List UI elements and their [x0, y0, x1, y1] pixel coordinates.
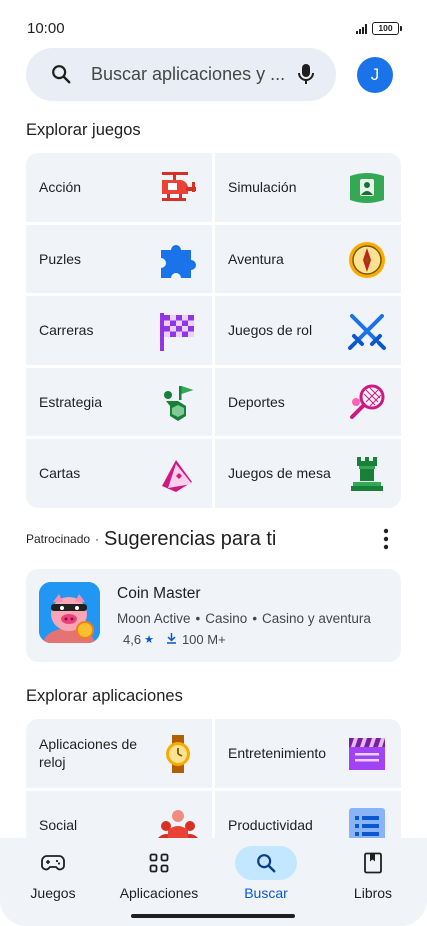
category-label: Social — [39, 816, 78, 833]
app-developer: Moon Active — [117, 611, 191, 626]
category-juegos-de-mesa[interactable]: Juegos de mesa — [215, 439, 401, 508]
category-label: Estrategia — [39, 393, 103, 410]
nav-libros[interactable]: Libros — [320, 838, 426, 913]
mic-icon[interactable] — [296, 62, 316, 91]
chess-rook-icon — [351, 457, 383, 491]
explore-apps-title: Explorar aplicaciones — [26, 687, 183, 705]
star-icon: ★ — [144, 634, 154, 646]
search-bar[interactable] — [26, 48, 336, 101]
compass-icon — [349, 241, 385, 278]
nav-label: Buscar — [244, 885, 288, 901]
nav-icon-container — [235, 846, 297, 880]
gesture-handle — [131, 914, 295, 918]
gamepad-icon — [41, 855, 65, 871]
category-simulacion[interactable]: Simulación — [215, 153, 401, 222]
category-label: Puzles — [39, 250, 82, 267]
pig-character-icon — [39, 582, 100, 643]
category-label: Carreras — [39, 322, 94, 339]
bullet: • — [195, 611, 201, 626]
signal-icon — [356, 23, 367, 34]
category-carreras[interactable]: Carreras — [26, 296, 212, 365]
account-avatar[interactable]: J — [357, 57, 393, 93]
category-label: Acción — [39, 179, 82, 196]
category-label: Entretenimiento — [228, 745, 327, 762]
category-estrategia[interactable]: Estrategia — [26, 367, 212, 436]
games-category-grid: Acción Simulación Puzles Aventura Carrer… — [26, 153, 401, 508]
category-label: Deportes — [228, 393, 285, 410]
nav-icon-container — [128, 846, 190, 880]
app-meta: Moon Active • Casino • Casino y aventura — [117, 611, 371, 626]
nav-buscar[interactable]: Buscar — [213, 838, 319, 913]
nav-label: Juegos — [30, 885, 76, 901]
category-cartas[interactable]: Cartas — [26, 439, 212, 508]
nav-aplicaciones[interactable]: Aplicaciones — [106, 838, 212, 913]
cards-icon — [162, 460, 192, 492]
apps-grid-icon — [149, 853, 169, 873]
clapperboard-icon — [349, 738, 385, 770]
category-deportes[interactable]: Deportes — [215, 367, 401, 436]
book-icon — [364, 852, 382, 874]
nav-label: Libros — [353, 885, 393, 901]
category-label: Aplicaciones de reloj — [39, 736, 138, 771]
suggestions-title: Sugerencias para ti — [104, 527, 277, 550]
category-label: Juegos de mesa — [228, 465, 331, 482]
watch-icon — [166, 735, 190, 773]
crossed-swords-icon — [348, 314, 386, 350]
category-label: Simulación — [228, 179, 297, 196]
app-subcategory: Casino y aventura — [262, 611, 371, 626]
category-entretenimiento[interactable]: Entretenimiento — [215, 719, 401, 788]
bottom-navigation: Juegos Aplicaciones Buscar Libros — [0, 838, 427, 926]
status-icons: 100 — [356, 22, 402, 35]
tennis-racket-icon — [350, 384, 385, 419]
search-icon — [257, 854, 276, 873]
search-icon — [50, 63, 72, 90]
nav-juegos[interactable]: Juegos — [0, 838, 106, 913]
strategy-flag-icon — [164, 385, 194, 421]
status-time: 10:00 — [27, 20, 65, 37]
nav-label: Aplicaciones — [119, 885, 199, 901]
category-puzles[interactable]: Puzles — [26, 224, 212, 293]
simulation-icon — [350, 173, 384, 203]
category-label: Cartas — [39, 465, 81, 482]
download-icon — [166, 632, 177, 647]
checkered-flag-icon — [160, 313, 194, 351]
separator: · — [95, 532, 100, 546]
category-juegos-de-rol[interactable]: Juegos de rol — [215, 296, 401, 365]
more-options-icon[interactable] — [383, 528, 389, 555]
category-label: Productividad — [228, 816, 313, 833]
category-label: Aventura — [228, 250, 284, 267]
puzzle-piece-icon — [161, 244, 196, 278]
category-label: Juegos de rol — [228, 322, 313, 339]
category-aventura[interactable]: Aventura — [215, 224, 401, 293]
explore-games-title: Explorar juegos — [26, 121, 141, 139]
nav-icon-container — [342, 846, 404, 880]
bullet: • — [252, 611, 258, 626]
nav-icon-container — [22, 846, 84, 880]
helicopter-icon — [162, 172, 196, 201]
category-accion[interactable]: Acción — [26, 153, 212, 222]
app-stats: 4,6 ★ 100 M+ — [123, 632, 226, 647]
app-rating: 4,6 — [123, 632, 142, 647]
app-name: Coin Master — [117, 585, 201, 602]
suggestions-header: Patrocinado · Sugerencias para ti — [26, 524, 401, 554]
app-category: Casino — [205, 611, 248, 626]
category-aplicaciones-de-reloj[interactable]: Aplicaciones de reloj — [26, 719, 212, 788]
app-icon — [39, 582, 100, 643]
sponsored-label: Patrocinado — [26, 532, 91, 546]
app-downloads: 100 M+ — [181, 632, 226, 647]
battery-icon: 100 — [372, 22, 402, 35]
search-input[interactable] — [91, 48, 286, 101]
app-card-coin-master[interactable]: Coin Master Moon Active • Casino • Casin… — [26, 569, 401, 662]
